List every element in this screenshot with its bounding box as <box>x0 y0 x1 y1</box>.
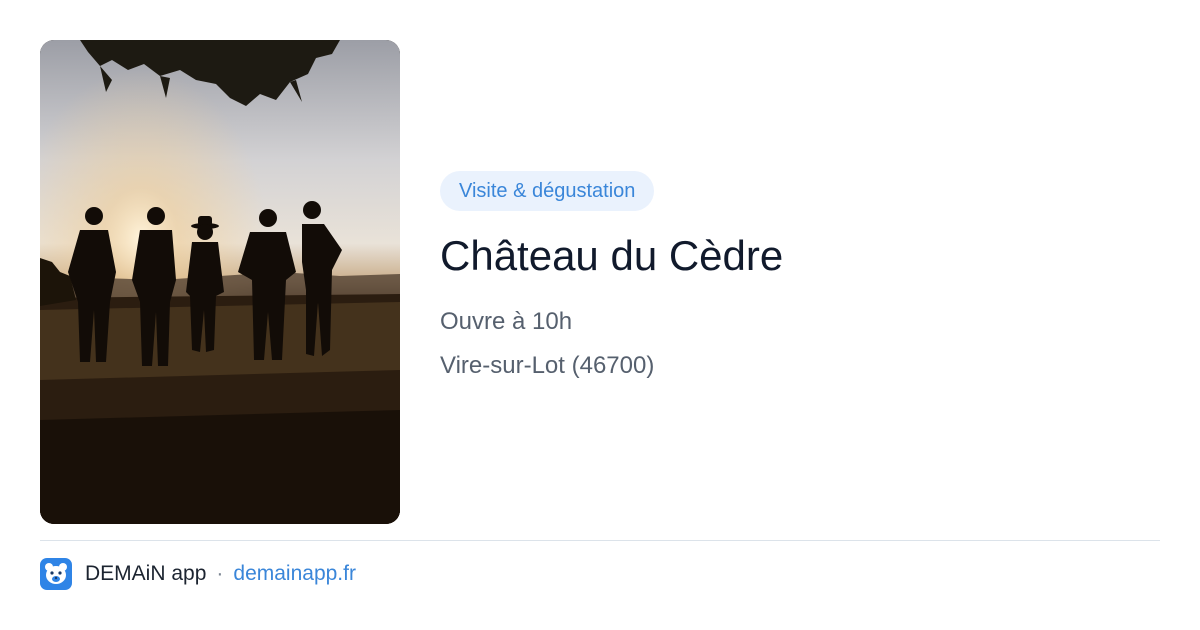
footer-separator: · <box>216 562 224 585</box>
category-badge: Visite & dégustation <box>440 171 655 211</box>
listing-photo <box>40 40 400 524</box>
listing-info: Visite & dégustation Château du Cèdre Ou… <box>440 171 1160 381</box>
app-name: DEMAiN app <box>85 562 207 585</box>
opening-hours: Ouvre à 10h <box>440 308 573 335</box>
site-link[interactable]: demainapp.fr <box>233 562 356 586</box>
footer: DEMAiN app · demainapp.fr <box>40 558 356 590</box>
listing-title: Château du Cèdre <box>440 232 784 279</box>
demain-bear-logo-icon <box>40 558 72 590</box>
listing-location: Vire-sur-Lot (46700) <box>440 352 655 379</box>
share-card: Visite & dégustation Château du Cèdre Ou… <box>0 0 1200 630</box>
footer-divider <box>40 540 1160 541</box>
